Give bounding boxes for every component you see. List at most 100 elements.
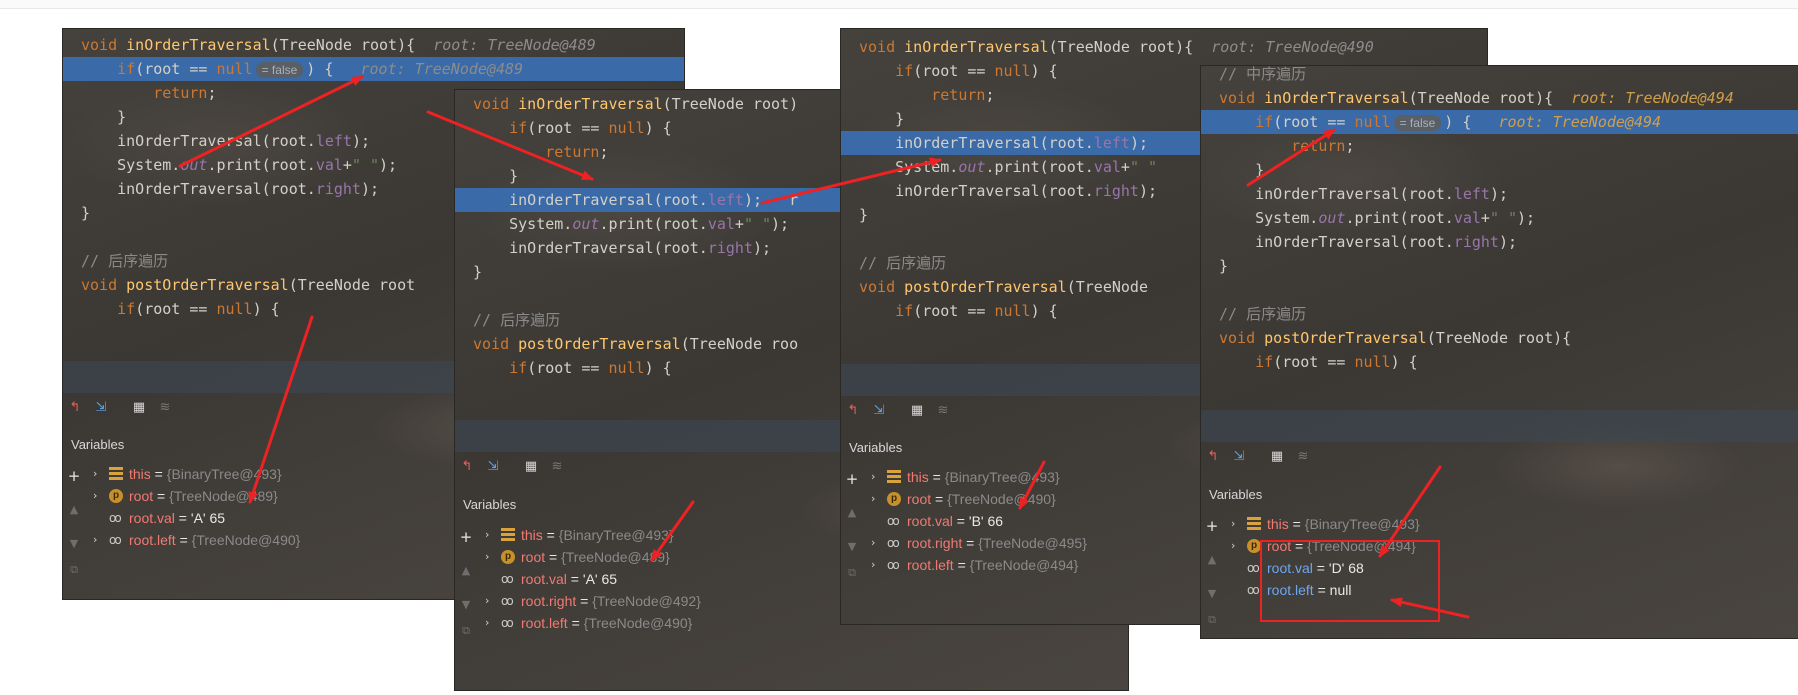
variable-equals: = (931, 491, 948, 507)
restore-layout-icon[interactable]: ↰ (1205, 449, 1221, 465)
move-down-icon[interactable]: ▼ (67, 537, 81, 551)
list-icon (501, 528, 515, 542)
code-token: inOrderTraversal (126, 36, 271, 54)
restore-layout-icon[interactable]: ↰ (459, 459, 475, 475)
code-token: } (1219, 257, 1229, 275)
variables-header: Variables (463, 497, 517, 512)
add-watch-icon[interactable]: + (845, 472, 859, 487)
code-token: if (117, 300, 136, 318)
move-down-icon[interactable]: ▼ (845, 540, 859, 554)
code-token: .print(root. (1345, 209, 1454, 227)
code-token: left (1453, 185, 1490, 203)
variable-name: root.right (521, 593, 577, 609)
expand-chevron-icon[interactable]: › (1231, 513, 1241, 535)
restore-layout-icon[interactable]: ↰ (845, 403, 861, 419)
step-into-icon[interactable]: ⇲ (871, 403, 887, 419)
editor-bottom-band (1201, 410, 1798, 442)
restore-layout-icon[interactable]: ↰ (67, 400, 83, 416)
code-token: null (994, 62, 1031, 80)
table-view-icon[interactable]: ▦ (523, 459, 539, 475)
param-icon: p (501, 550, 515, 564)
variable-text: root.left = {TreeNode@490} (521, 612, 692, 634)
code-token: postOrderTraversal (1264, 329, 1427, 347)
variable-equals: = (1313, 582, 1330, 598)
variable-name: this (129, 466, 151, 482)
code-token: (root == (1273, 113, 1355, 131)
inline-debug-value: root: TreeNode@489 (433, 36, 596, 54)
variable-name: root (521, 549, 546, 565)
code-token: ); (1489, 185, 1508, 203)
code-token: inOrderTraversal(root. (473, 191, 708, 209)
expand-chevron-icon[interactable]: › (485, 524, 495, 546)
code-token: if (1255, 353, 1274, 371)
expand-chevron-icon[interactable]: › (93, 529, 103, 551)
current-execution-line: if(root == null = false) { root: TreeNode… (63, 57, 684, 81)
table-view-icon[interactable]: ▦ (909, 403, 925, 419)
move-up-icon[interactable]: ▲ (845, 506, 859, 520)
code-token: inOrderTraversal(root. (1219, 233, 1454, 251)
move-down-icon[interactable]: ▼ (459, 598, 473, 612)
variable-value: {BinaryTree@493} (944, 469, 1060, 485)
expand-chevron-icon[interactable]: › (871, 554, 881, 576)
expand-chevron-icon[interactable]: › (485, 546, 495, 568)
code-token: } (859, 110, 905, 128)
code-token: out (180, 156, 208, 174)
code-token: right (1453, 233, 1499, 251)
table-view-icon[interactable]: ▦ (131, 400, 147, 416)
code-token: (TreeNode root){ (1426, 329, 1572, 347)
move-down-icon[interactable]: ▼ (1205, 587, 1219, 601)
expand-chevron-icon[interactable]: › (1231, 535, 1241, 557)
move-up-icon[interactable]: ▲ (1205, 553, 1219, 567)
frames-icon[interactable]: ≋ (935, 403, 951, 419)
expand-chevron-icon[interactable]: › (871, 466, 881, 488)
frames-icon[interactable]: ≋ (157, 400, 173, 416)
code-token: ) { (1444, 113, 1499, 131)
code-token: ); (1498, 233, 1518, 251)
watch-icon: oo (501, 572, 514, 586)
step-into-icon[interactable]: ⇲ (485, 459, 501, 475)
code-token: inOrderTraversal(root. (859, 134, 1094, 152)
add-watch-icon[interactable]: + (67, 469, 81, 484)
move-up-icon[interactable]: ▲ (67, 503, 81, 517)
variable-name: root.val (1267, 560, 1313, 576)
code-token: inOrderTraversal(root. (81, 180, 316, 198)
expand-chevron-icon[interactable]: › (93, 463, 103, 485)
code-token: if (895, 302, 914, 320)
copy-icon[interactable]: ⧉ (1205, 613, 1219, 627)
code-token: ) { (1030, 302, 1058, 320)
variable-equals: = (542, 527, 559, 543)
copy-icon[interactable]: ⧉ (845, 566, 859, 580)
frames-icon[interactable]: ≋ (549, 459, 565, 475)
move-up-icon[interactable]: ▲ (459, 564, 473, 578)
code-token: null (994, 302, 1031, 320)
debugger-screenshot-4: // 中序遍历 void inOrderTraversal(TreeNode ro… (1201, 66, 1798, 638)
code-token: left (707, 191, 744, 209)
copy-icon[interactable]: ⧉ (67, 563, 81, 577)
code-token: return (1291, 137, 1346, 155)
step-into-icon[interactable]: ⇲ (93, 400, 109, 416)
expand-chevron-icon[interactable]: › (93, 485, 103, 507)
step-into-icon[interactable]: ⇲ (1231, 449, 1247, 465)
variable-equals: = (1288, 516, 1305, 532)
table-view-icon[interactable]: ▦ (1269, 449, 1285, 465)
param-icon: p (887, 492, 901, 506)
code-token: null (1354, 353, 1391, 371)
code-token: right (315, 180, 361, 198)
add-watch-icon[interactable]: + (1205, 519, 1219, 534)
expand-chevron-icon[interactable]: › (485, 590, 495, 612)
expand-chevron-icon[interactable]: › (485, 612, 495, 634)
code-token: (root == (527, 359, 609, 377)
param-icon: p (1247, 539, 1261, 553)
copy-icon[interactable]: ⧉ (459, 624, 473, 638)
code-token: } (473, 167, 519, 185)
code-token: ); (752, 239, 772, 257)
add-watch-icon[interactable]: + (459, 530, 473, 545)
expand-chevron-icon[interactable]: › (871, 488, 881, 510)
expand-chevron-icon[interactable]: › (871, 532, 881, 554)
code-token: (TreeNode root){ (1048, 38, 1212, 56)
frames-icon[interactable]: ≋ (1295, 449, 1311, 465)
variable-equals: = (952, 513, 969, 529)
